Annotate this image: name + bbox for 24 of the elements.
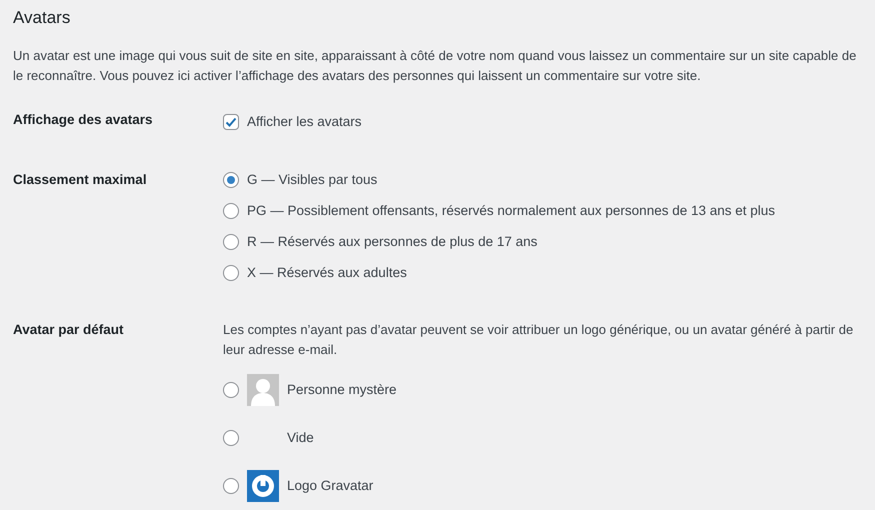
radio-option[interactable]: Vide xyxy=(223,414,862,462)
radio-option[interactable]: PG — Possiblement offensants, réservés normalement aux personnes de 13 ans et plus xyxy=(223,195,862,226)
radio-option[interactable]: X — Réservés aux adultes xyxy=(223,257,862,288)
radio-option[interactable]: R — Réservés aux personnes de plus de 17 ans xyxy=(223,226,862,257)
radio-option[interactable]: G — Visibles par tous xyxy=(223,164,862,195)
field-label: Affichage des avatars xyxy=(13,111,154,129)
radio-button[interactable] xyxy=(223,382,239,398)
checkbox[interactable] xyxy=(223,114,239,130)
field-label: Classement maximal xyxy=(13,171,148,189)
radio-button[interactable] xyxy=(223,478,239,494)
radio-button[interactable] xyxy=(223,172,239,188)
checkbox-option[interactable]: Afficher les avatars xyxy=(223,110,862,134)
field-description: Les comptes n’ayant pas d’avatar peuvent se voir attribuer un logo générique, ou un avatar généré à partir de leur adresse e-mail. xyxy=(223,321,854,359)
avatar-silhouette-icon xyxy=(247,374,279,406)
radio-option[interactable]: Personne mystère xyxy=(223,366,862,414)
section-title: Avatars xyxy=(13,7,72,29)
radio-button[interactable] xyxy=(223,202,239,218)
radio-button[interactable] xyxy=(223,234,239,250)
section-description: Un avatar est une image qui vous suit de site en site, apparaissant à côté de votre nom quand vous laissez un commentaire sur un site capable de le reconnaître. Vous pouvez ici activer l’affichage des avatars des personnes qui laissent un commentaire sur votre site. xyxy=(13,47,858,85)
radio-button[interactable] xyxy=(223,430,239,446)
field-label: Avatar par défaut xyxy=(13,321,125,339)
power-logo-icon xyxy=(247,470,279,502)
radio-button[interactable] xyxy=(223,264,239,280)
radio-option[interactable]: Logo Gravatar xyxy=(223,462,862,510)
